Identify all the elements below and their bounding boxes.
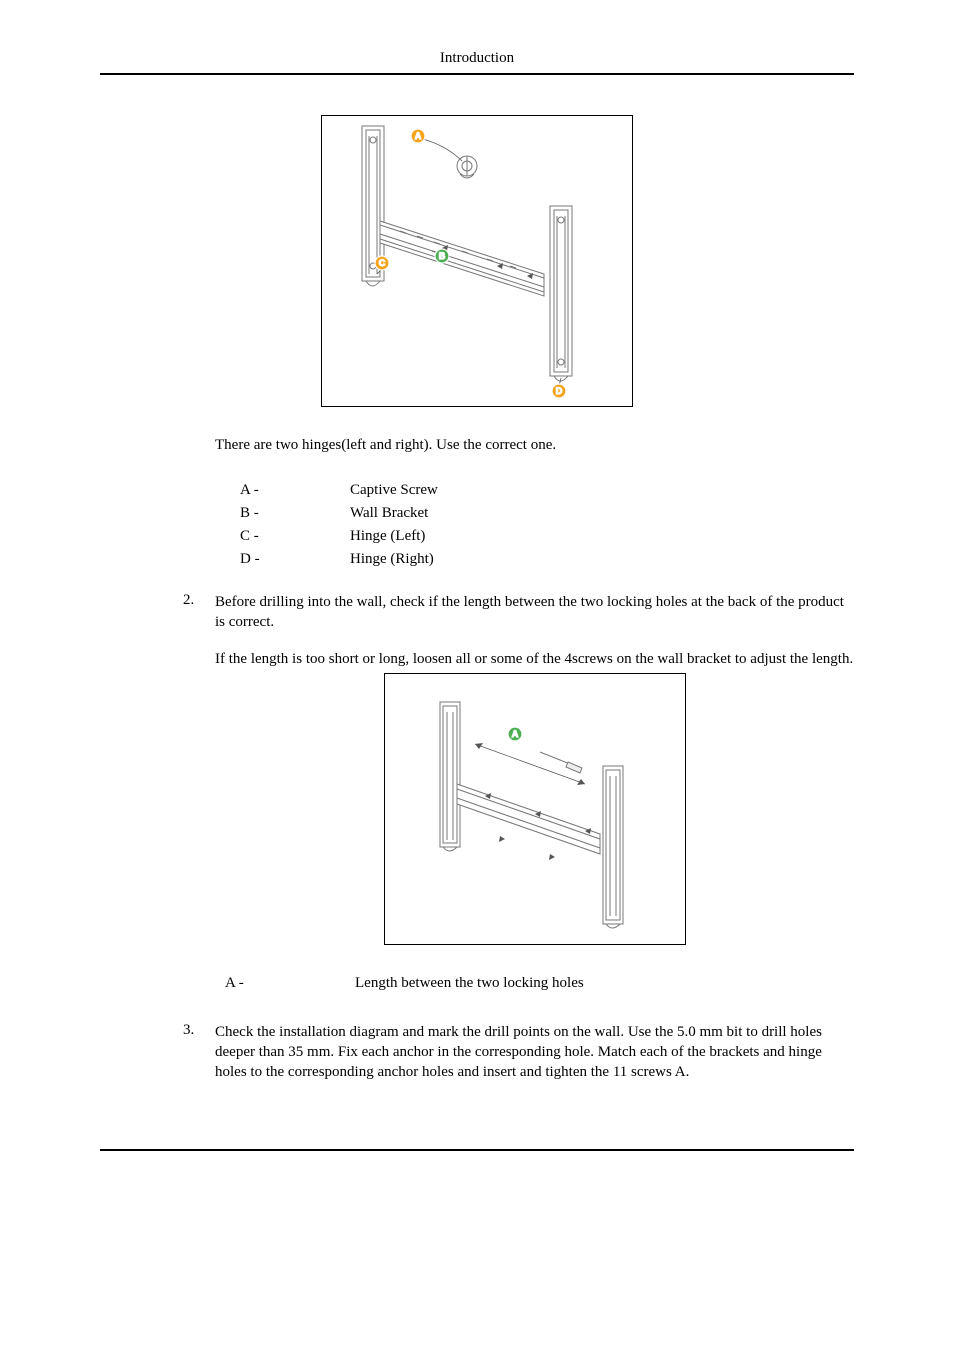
legend-key: B - [240, 505, 350, 522]
legend-2: A - Length between the two locking holes [225, 975, 854, 992]
step-number: 2. [183, 592, 215, 1022]
legend-value: Wall Bracket [350, 505, 428, 522]
step-2-p1: Before drilling into the wall, check if … [215, 592, 854, 633]
legend-value: Hinge (Left) [350, 528, 425, 545]
callout-a: A [415, 131, 422, 141]
step-3: 3. Check the installation diagram and ma… [183, 1022, 854, 1099]
diagram-bracket-assembly: A B C D [321, 115, 633, 407]
legend-key: C - [240, 528, 350, 545]
callout-b: B [439, 251, 446, 261]
step-2: 2. Before drilling into the wall, check … [183, 592, 854, 1022]
legend-1: A - Captive Screw B - Wall Bracket C - H… [240, 482, 854, 568]
page-header: Introduction [100, 50, 854, 75]
step-2-p2: If the length is too short or long, loos… [215, 649, 854, 669]
figure-2-wrap: A [215, 673, 854, 945]
legend-value: Hinge (Right) [350, 551, 434, 568]
legend-row-d: D - Hinge (Right) [240, 551, 854, 568]
legend-value: Captive Screw [350, 482, 438, 499]
diagram-bracket-length: A [384, 673, 686, 945]
legend-row-a: A - Captive Screw [240, 482, 854, 499]
hinges-note: There are two hinges(left and right). Us… [215, 437, 854, 454]
step-3-p1: Check the installation diagram and mark … [215, 1022, 854, 1083]
legend-value: Length between the two locking holes [355, 975, 584, 992]
legend-row-c: C - Hinge (Left) [240, 528, 854, 545]
legend-key: D - [240, 551, 350, 568]
footer-rule [100, 1149, 854, 1151]
page-title: Introduction [440, 50, 514, 66]
legend-key: A - [225, 975, 355, 992]
legend-key: A - [240, 482, 350, 499]
callout-c: C [379, 258, 386, 268]
callout-a2: A [511, 729, 518, 739]
page: Introduction [0, 0, 954, 1211]
legend-row-b: B - Wall Bracket [240, 505, 854, 522]
callout-d: D [556, 386, 563, 396]
figure-1-wrap: A B C D [100, 115, 854, 407]
legend2-row-a: A - Length between the two locking holes [225, 975, 854, 992]
step-number: 3. [183, 1022, 215, 1099]
